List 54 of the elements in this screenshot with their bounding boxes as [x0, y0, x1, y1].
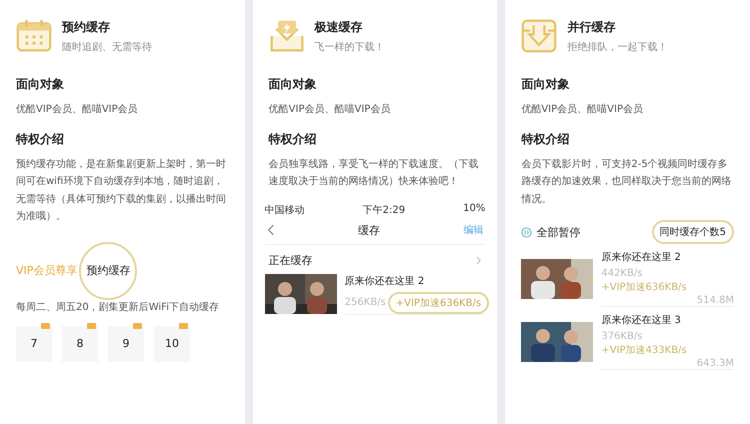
downloading-label: 正在缓存 — [268, 252, 313, 268]
battery-text: 10% — [463, 202, 486, 216]
episode-tile[interactable]: 7 — [16, 326, 52, 362]
audience-text: 优酷VIP会员、酷喵VIP会员 — [268, 102, 392, 117]
vip-badge-icon — [179, 322, 188, 328]
lightning-tray-icon — [268, 18, 305, 54]
speed-text: 376KB/s — [601, 331, 644, 342]
video-title: 原来你还在这里 2 — [601, 250, 682, 264]
carrier-text: 中国移动 — [264, 204, 305, 216]
audience-text: 优酷VIP会员、酷喵VIP会员 — [521, 102, 644, 117]
schedule-text: 每周二、周五20 — [16, 300, 89, 314]
card-subtitle: 拒绝排队，一起下载！ — [567, 40, 668, 54]
magnifier-label: 预约缓存 — [79, 242, 138, 300]
episode-tile[interactable]: 8 — [62, 326, 98, 362]
pause-all-button[interactable]: 全部暂停 — [536, 224, 580, 240]
vip-boost-text: +VIP加速433KB/s — [601, 344, 688, 357]
video-title: 原来你还在这里 2 — [344, 274, 426, 288]
size-text: 514.8M — [696, 295, 734, 306]
video-title: 原来你还在这里 3 — [601, 314, 682, 327]
card-title: 并行缓存 — [567, 18, 616, 36]
speed-text: 256KB/s — [344, 297, 386, 308]
section-heading: 面向对象 — [521, 76, 570, 93]
card-title: 预约缓存 — [62, 18, 111, 36]
card-subtitle: 随时追剧、无需等待 — [62, 40, 152, 54]
calendar-icon — [16, 18, 52, 54]
parallel-arrows-icon — [521, 18, 558, 54]
section-heading: 特权介绍 — [521, 130, 570, 148]
vip-badge-icon — [87, 322, 96, 328]
card-subtitle: 飞一样的下载！ — [314, 40, 385, 54]
section-heading: 面向对象 — [16, 76, 64, 93]
nav-title: 缓存 — [358, 222, 380, 238]
section-heading: 特权介绍 — [16, 130, 64, 148]
speed-text: 442KB/s — [601, 268, 644, 279]
chevron-right-icon[interactable] — [476, 256, 482, 264]
intro-text: 预约缓存功能，是在新集剧更新上架时，第一时间可在wifi环境下自动缓存到本地，随时追剧，无需等待（具体可预约下载的集剧，以播出时间为准哦）。 — [16, 158, 227, 224]
concurrency-label: 同时缓存个数5 — [652, 220, 734, 244]
schedule-text: ，剧集更新后WiFi下自动缓存 — [88, 300, 219, 314]
size-text: 643.3M — [696, 358, 734, 369]
intro-text: 会员下载影片时，可支持2-5个视频同时缓存多路缓存的加速效果，也同样取决于您当前的网络情况。 — [521, 158, 732, 206]
episode-tile[interactable]: 9 — [108, 326, 144, 362]
vip-badge-icon — [41, 322, 50, 328]
section-heading: 面向对象 — [268, 76, 317, 93]
vip-badge-icon — [133, 322, 142, 328]
audience-text: 优酷VIP会员、酷喵VIP会员 — [16, 102, 139, 117]
clock-text: 下午2:29 — [362, 204, 406, 216]
episode-tile[interactable]: 10 — [154, 326, 190, 362]
intro-text: 会员独享线路，享受飞一样的下载速度。（下载速度取决于当前的网络情况）快来体验吧！ — [268, 158, 480, 189]
section-heading: 特权介绍 — [268, 130, 317, 148]
pause-icon[interactable] — [521, 226, 532, 238]
back-icon[interactable] — [266, 224, 275, 236]
vip-boost-label: +VIP加速636KB/s — [388, 292, 490, 314]
vip-headline: VIP会员尊享 — [16, 263, 78, 278]
card-title: 极速缓存 — [314, 18, 364, 36]
vip-boost-text: +VIP加速636KB/s — [601, 280, 688, 294]
